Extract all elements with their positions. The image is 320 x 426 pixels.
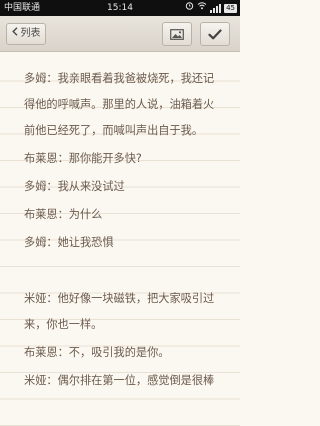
note-line: 多姆：我从来没试过 <box>24 180 125 193</box>
note-line: 来，你也一样。 <box>24 318 103 331</box>
note-line: 米娅：他好像一块磁铁，把大家吸引过 <box>24 292 215 305</box>
note-line: 多姆：我亲眼看着我爸被烧死，我还记 <box>24 72 215 85</box>
image-icon <box>170 25 184 44</box>
battery-level: 45 <box>224 3 237 13</box>
checkmark-icon <box>208 25 222 44</box>
note-line: 得他的呼喊声。那里的人说，油箱着火 <box>24 98 215 111</box>
note-line: 布莱恩：为什么 <box>24 208 103 221</box>
toolbar: 列表 <box>0 16 240 52</box>
alarm-icon <box>185 0 194 16</box>
done-button[interactable] <box>200 22 230 46</box>
note-line: 前他已经死了，而喊叫声出自于我。 <box>24 124 204 137</box>
back-button-label: 列表 <box>20 28 41 39</box>
note-editor[interactable]: 多姆：我亲眼看着我爸被烧死，我还记 得他的呼喊声。那里的人说，油箱着火 前他已经… <box>0 52 240 426</box>
signal-icon <box>210 3 222 13</box>
note-line: 布莱恩：不，吸引我的是你。 <box>24 346 170 359</box>
status-bar: 中国联通 15:14 45 <box>0 0 240 16</box>
status-icons: 45 <box>185 0 237 16</box>
back-to-list-button[interactable]: 列表 <box>6 23 46 45</box>
chevron-left-icon <box>11 24 18 44</box>
note-line: 布莱恩：那你能开多快? <box>24 152 142 165</box>
note-line: 米娅：偶尔排在第一位，感觉倒是很棒 <box>24 374 215 387</box>
note-line: 多姆：她让我恐惧 <box>24 236 114 249</box>
wifi-icon <box>197 0 207 16</box>
insert-image-button[interactable] <box>162 22 192 46</box>
